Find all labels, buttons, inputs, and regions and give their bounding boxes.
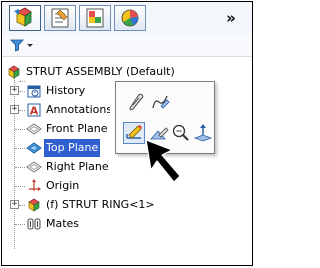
origin-icon [29, 179, 41, 191]
featuremanager-tab[interactable] [9, 5, 41, 31]
part-icon [28, 198, 40, 212]
mates-icon [27, 218, 41, 230]
tree-connector [15, 148, 25, 149]
tree-root-label: STRUT ASSEMBLY (Default) [26, 65, 175, 78]
filter-button[interactable] [10, 38, 40, 53]
edit-sketch-button[interactable] [149, 90, 171, 112]
configurationmanager-icon [86, 8, 104, 28]
hide-icon [129, 93, 144, 111]
tree-item-top-plane[interactable]: Top Plane [6, 139, 116, 157]
normal-to-button[interactable] [192, 122, 214, 144]
tree-item-label: (f) STRUT RING<1> [46, 198, 155, 211]
propertymanager-icon [51, 8, 69, 28]
tree-connector [15, 224, 25, 225]
propertymanager-tab[interactable] [44, 5, 76, 31]
edit-sketch-icon [152, 95, 170, 109]
tree-item-label: Front Plane [46, 122, 108, 135]
tree-item-label: Mates [46, 217, 80, 230]
tree-item-label: History [46, 84, 86, 97]
pointer-arrow-icon [145, 139, 181, 183]
expand-toggle[interactable]: + [10, 200, 19, 209]
manager-tab-bar: » [2, 2, 252, 36]
more-tabs-button[interactable]: » [220, 9, 242, 27]
tree-item-history[interactable]: + History [6, 82, 116, 100]
displaymanager-icon [121, 9, 139, 27]
featuremanager-panel: » STRUT ASSEMBLY (Default) + History + A… [1, 1, 253, 266]
tree-root[interactable]: STRUT ASSEMBLY (Default) [6, 63, 246, 81]
expand-toggle[interactable]: + [10, 105, 19, 114]
plane-icon [26, 123, 42, 135]
tree-item-label-selected: Top Plane [44, 139, 101, 157]
configurationmanager-tab[interactable] [79, 5, 111, 31]
tree-connector [15, 129, 25, 130]
featuremanager-icon [14, 7, 32, 27]
tree-item-label: Right Plane [46, 160, 109, 173]
plane-icon [26, 142, 42, 154]
plane-icon [26, 161, 42, 173]
tree-item-label: Annotations [46, 103, 110, 116]
normal-to-icon [193, 124, 213, 142]
tree-item-annotations[interactable]: + A Annotations [6, 101, 116, 119]
filter-bar [2, 35, 252, 57]
tree-item-origin[interactable]: Origin [6, 177, 116, 195]
tree-connector [15, 167, 25, 168]
tree-connector [19, 110, 25, 111]
expand-toggle[interactable]: + [10, 86, 19, 95]
tree-connector [19, 205, 25, 206]
hide-button[interactable] [124, 90, 146, 112]
annotations-icon: A [27, 103, 41, 118]
tree-item-strut-ring[interactable]: + (f) STRUT RING<1> [6, 196, 206, 214]
assembly-icon [8, 65, 20, 79]
filter-icon [10, 39, 33, 52]
svg-text:A: A [30, 105, 39, 118]
tree-item-label: Origin [46, 179, 80, 192]
tree-connector [15, 186, 25, 187]
sketch-icon [126, 125, 142, 139]
tree-item-mates[interactable]: Mates [6, 215, 116, 233]
tree-item-front-plane[interactable]: Front Plane [6, 120, 116, 138]
displaymanager-tab[interactable] [114, 5, 146, 31]
tree-connector [19, 91, 25, 92]
tree-item-right-plane[interactable]: Right Plane [6, 158, 116, 176]
history-icon [27, 85, 41, 98]
